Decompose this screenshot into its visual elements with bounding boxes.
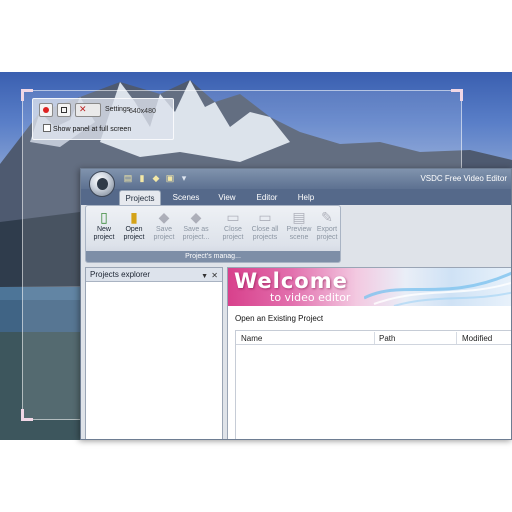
quick-new-icon[interactable]: ▤ xyxy=(123,173,133,184)
tools-button[interactable]: ✕ xyxy=(75,103,101,117)
welcome-banner: Welcome to video editor xyxy=(228,268,511,306)
projects-explorer-panel: Projects explorer ▼ ✕ xyxy=(85,267,223,439)
record-icon xyxy=(43,107,49,113)
column-header-path[interactable]: Path xyxy=(379,334,395,343)
open-project-button[interactable]: ▮ Open project xyxy=(119,208,149,252)
resize-handle-top-right[interactable] xyxy=(451,89,463,101)
screen: ✕ Settings 640x480 Show panel at full sc… xyxy=(0,0,512,512)
close-project-icon: ▭ xyxy=(226,209,240,225)
welcome-subtitle: to video editor xyxy=(270,291,351,304)
fullscreen-label: Show panel at full screen xyxy=(53,126,132,133)
column-header-modified[interactable]: Modified xyxy=(462,334,492,343)
recorder-panel: ✕ Settings 640x480 Show panel at full sc… xyxy=(32,98,174,140)
app-window: ▤ ▮ ◆ ▣ ▾ VSDC Free Video Editor Project… xyxy=(80,168,512,440)
wrench-icon: ✕ xyxy=(79,104,87,114)
app-menu-orb[interactable] xyxy=(89,171,115,197)
column-divider[interactable] xyxy=(374,332,375,344)
welcome-pane: Welcome to video editor Open an Existing… xyxy=(227,267,511,439)
save-as-project-button[interactable]: ◆ Save as project... xyxy=(179,208,213,252)
close-all-projects-button[interactable]: ▭ Close all projects xyxy=(248,208,282,252)
new-project-button[interactable]: ▯ New project xyxy=(89,208,119,252)
fullscreen-checkbox-row[interactable]: Show panel at full screen xyxy=(43,124,131,133)
column-divider[interactable] xyxy=(456,332,457,344)
tab-view[interactable]: View xyxy=(209,190,245,205)
column-header-name[interactable]: Name xyxy=(241,334,262,343)
quick-export-icon[interactable]: ▣ xyxy=(165,173,175,184)
ribbon: ▯ New project ▮ Open project ◆ Save proj… xyxy=(85,205,341,263)
close-project-button[interactable]: ▭ Close project xyxy=(218,208,248,252)
open-existing-project-heading: Open an Existing Project xyxy=(235,314,324,323)
preview-scene-button[interactable]: ▤ Preview scene xyxy=(284,208,314,252)
save-project-button[interactable]: ◆ Save project xyxy=(149,208,179,252)
close-icon[interactable]: ✕ xyxy=(211,269,218,283)
export-project-button[interactable]: ✎ Export project xyxy=(312,208,342,252)
quick-open-icon[interactable]: ▮ xyxy=(137,173,147,184)
resolution-readout: 640x480 xyxy=(129,108,156,115)
stop-icon xyxy=(61,107,67,113)
quick-save-icon[interactable]: ◆ xyxy=(151,173,161,184)
table-header: Name Path Modified xyxy=(236,331,511,345)
new-project-icon: ▯ xyxy=(100,209,108,225)
projects-explorer-title: Projects explorer xyxy=(90,270,151,279)
banner-swoosh-graphic xyxy=(364,271,511,306)
close-all-icon: ▭ xyxy=(258,209,272,225)
pin-icon[interactable]: ▼ xyxy=(201,270,208,284)
settings-label: Settings xyxy=(105,106,131,113)
tab-help[interactable]: Help xyxy=(289,190,323,205)
recent-projects-table[interactable]: Name Path Modified xyxy=(235,330,511,439)
open-project-icon: ▮ xyxy=(130,209,138,225)
tab-editor[interactable]: Editor xyxy=(247,190,287,205)
stop-button[interactable] xyxy=(57,103,71,117)
quick-access-dropdown-icon[interactable]: ▾ xyxy=(179,173,189,184)
save-project-icon: ◆ xyxy=(158,209,170,225)
titlebar: ▤ ▮ ◆ ▣ ▾ VSDC Free Video Editor xyxy=(81,169,511,189)
welcome-title: Welcome xyxy=(234,269,348,293)
fullscreen-checkbox[interactable] xyxy=(43,124,51,132)
menu-tabs: Projects Scenes View Editor Help xyxy=(81,189,511,205)
tab-scenes[interactable]: Scenes xyxy=(165,190,207,205)
tab-projects[interactable]: Projects xyxy=(119,190,161,205)
export-icon: ✎ xyxy=(321,209,333,225)
preview-icon: ▤ xyxy=(292,209,306,225)
window-title: VSDC Free Video Editor xyxy=(420,174,507,183)
projects-explorer-header: Projects explorer ▼ ✕ xyxy=(86,268,222,282)
save-as-icon: ◆ xyxy=(190,209,202,225)
resize-handle-bottom-left[interactable] xyxy=(21,409,33,421)
ribbon-group-label: Project's manag... xyxy=(86,251,340,262)
record-button[interactable] xyxy=(39,103,53,117)
